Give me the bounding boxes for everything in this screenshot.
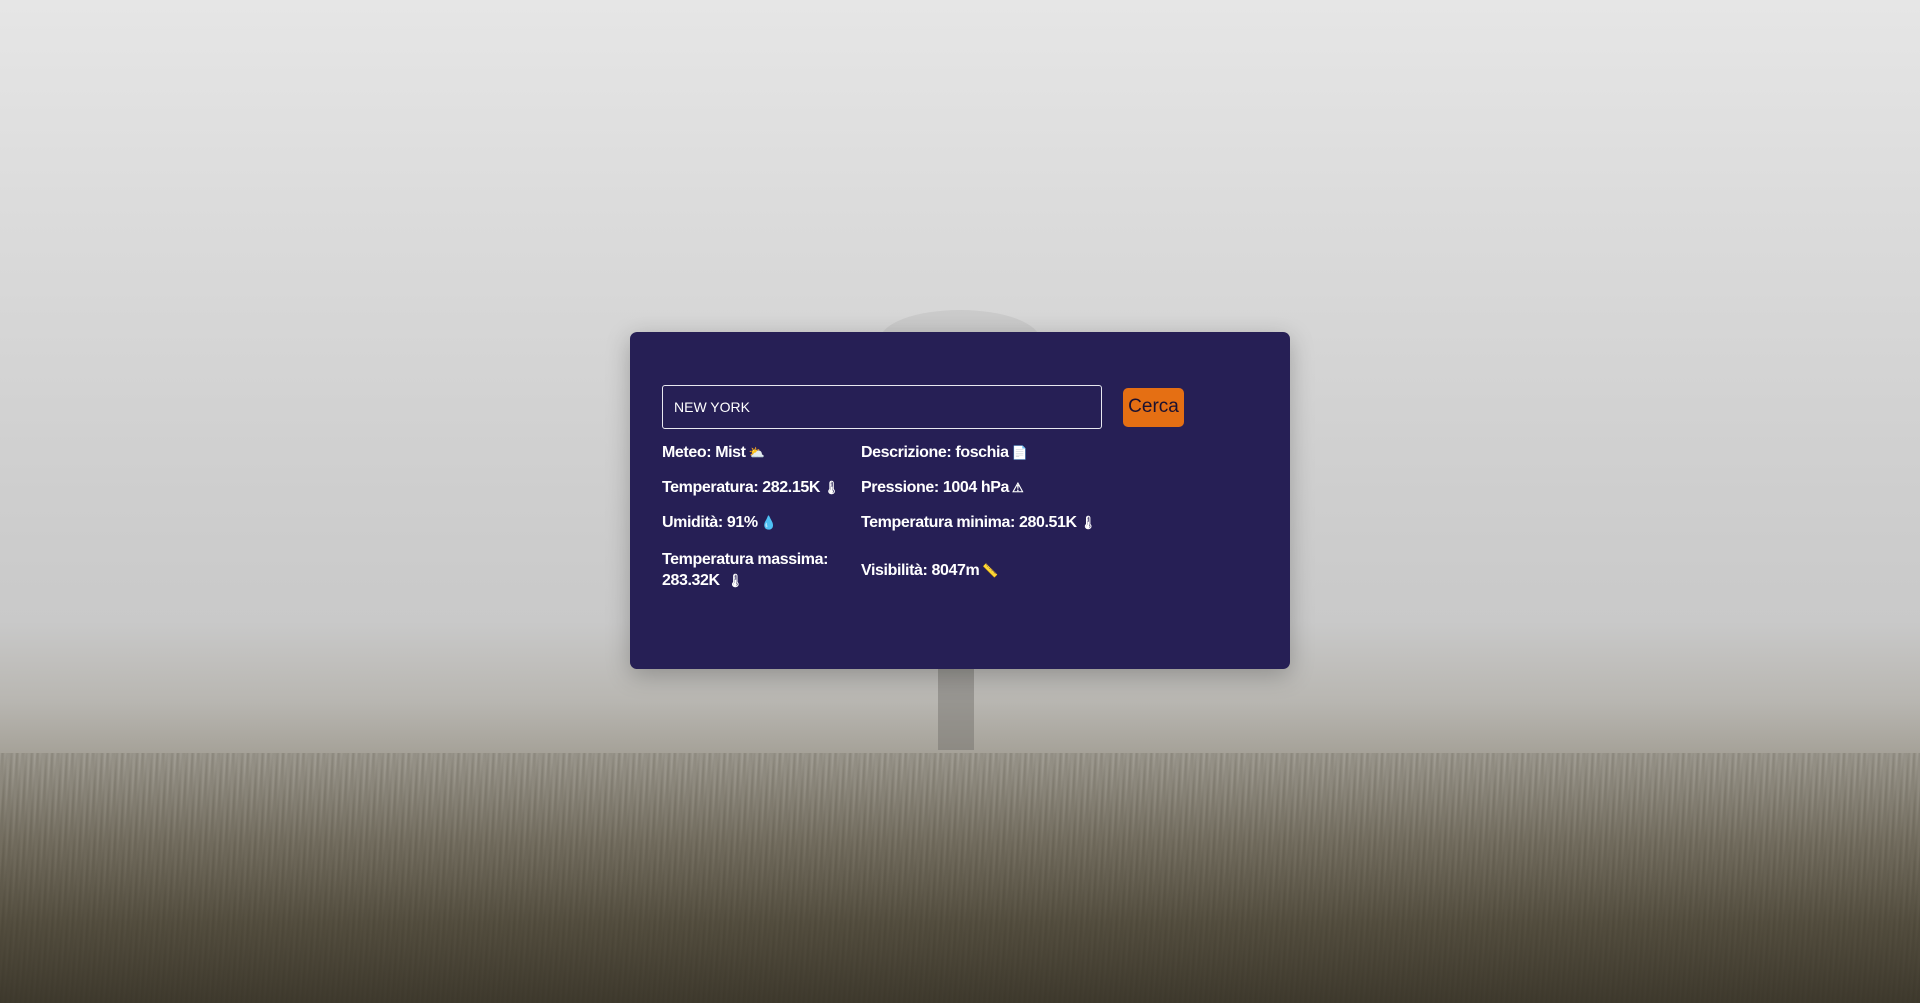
droplet-icon: 💧 <box>760 515 777 530</box>
document-icon: 📄 <box>1011 445 1028 460</box>
city-search-input[interactable] <box>662 385 1102 429</box>
weather-info-grid: Meteo: Mist ⛅ Descrizione: foschia 📄 Tem… <box>662 442 1121 593</box>
weather-card: Cerca Meteo: Mist ⛅ Descrizione: foschia… <box>630 332 1290 669</box>
temp-max-text: Temperatura massima: 283.32K 🌡 <box>662 549 861 591</box>
temperatura-item: Temperatura: 282.15K 🌡 <box>662 477 861 498</box>
pressione-label: Pressione: 1004 hPa <box>861 479 1010 496</box>
search-row: Cerca <box>662 385 1184 429</box>
meteo-label: Meteo: Mist <box>662 444 746 461</box>
descrizione-label: Descrizione: foschia <box>861 444 1009 461</box>
meteo-item: Meteo: Mist ⛅ <box>662 442 861 463</box>
ruler-icon: 📏 <box>982 562 999 578</box>
temp-max-label: Temperatura massima: 283.32K <box>662 551 829 589</box>
visibilita-item: Visibilità: 8047m 📏 <box>861 547 1121 593</box>
temp-min-item: Temperatura minima: 280.51K 🌡 <box>861 512 1121 533</box>
umidita-item: Umidità: 91% 💧 <box>662 512 861 533</box>
thermometer-icon: 🌡 <box>1079 515 1097 530</box>
temp-min-label: Temperatura minima: 280.51K <box>861 514 1077 531</box>
descrizione-item: Descrizione: foschia 📄 <box>861 442 1121 463</box>
thermometer-icon: 🌡 <box>726 573 744 588</box>
warning-icon: ⚠ <box>1012 480 1024 495</box>
temp-max-item: Temperatura massima: 283.32K 🌡 <box>662 547 861 593</box>
pressione-item: Pressione: 1004 hPa ⚠ <box>861 477 1121 498</box>
search-button[interactable]: Cerca <box>1123 387 1184 427</box>
visibilita-label: Visibilità: 8047m <box>861 561 980 579</box>
sun-cloud-icon: ⛅ <box>748 445 765 460</box>
thermometer-icon: 🌡 <box>823 480 840 495</box>
ground-texture <box>0 753 1920 1003</box>
umidita-label: Umidità: 91% <box>662 514 758 531</box>
temperatura-label: Temperatura: 282.15K <box>662 479 821 496</box>
